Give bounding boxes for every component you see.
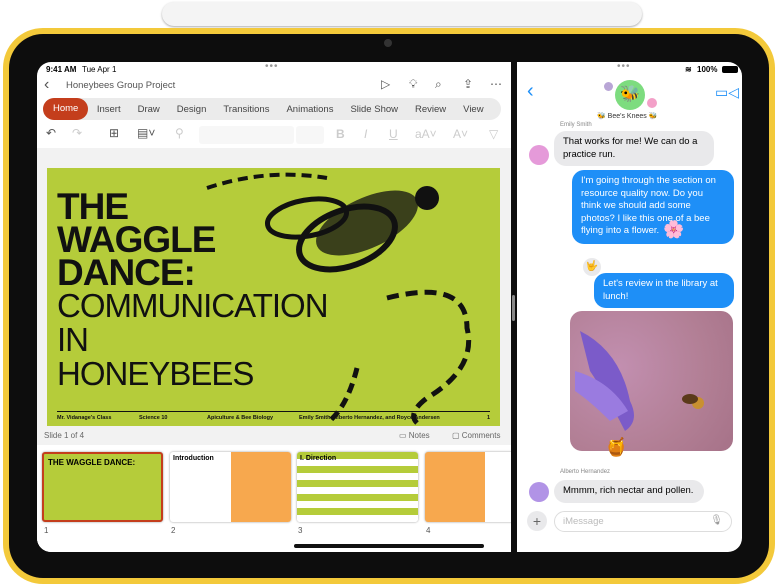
thumbnail-4[interactable] — [425, 452, 511, 522]
footer-topic: Apiculture & Bee Biology — [207, 415, 274, 421]
honey-pot-sticker: 🍯 — [605, 437, 628, 457]
ribbon-tabs: Home Insert Draw Design Transitions Anim… — [43, 98, 501, 120]
notes-button[interactable]: ▭ Notes — [399, 431, 430, 440]
subtitle-line: COMMUNICATION — [57, 287, 329, 324]
thumbnail-title: I. Direction — [300, 455, 337, 462]
thumbnail-title: THE WAGGLE DANCE: — [48, 458, 136, 467]
message-bubble[interactable]: Let's review in the library at lunch! — [594, 273, 734, 308]
slide-1[interactable]: THE WAGGLE DANCE: COMMUNICATION IN HONEY… — [47, 168, 500, 426]
thumbnail-1[interactable]: THE WAGGLE DANCE: — [42, 452, 163, 522]
tab-slide-show[interactable]: Slide Show — [342, 104, 407, 115]
italic-icon[interactable]: I — [364, 127, 367, 141]
tab-view[interactable]: View — [455, 104, 492, 115]
apple-pencil — [162, 2, 642, 26]
undo-icon[interactable]: ↶ — [46, 126, 56, 140]
new-slide-icon[interactable]: ⊞ — [109, 126, 119, 140]
member-avatar — [604, 82, 613, 91]
tab-design[interactable]: Design — [168, 104, 215, 115]
tapback-hand: 🤟 — [585, 261, 599, 272]
comments-label: Comments — [461, 431, 501, 440]
multitask-dots[interactable]: ••• — [265, 62, 279, 72]
tab-review[interactable]: Review — [407, 104, 455, 115]
message-input[interactable]: iMessage 🎙︎ — [554, 511, 732, 532]
slide-title: THE WAGGLE DANCE: COMMUNICATION IN HONEY… — [57, 188, 329, 392]
back-icon[interactable]: ‹ — [44, 76, 49, 94]
font-name-field[interactable] — [199, 126, 294, 144]
split-view-divider[interactable] — [512, 295, 515, 321]
play-icon[interactable]: ▷ — [381, 77, 390, 91]
thumbnail-3[interactable]: I. Direction — [297, 452, 418, 522]
subtitle-line: HONEYBEES — [57, 355, 254, 392]
tab-transitions[interactable]: Transitions — [215, 104, 278, 115]
font-size-field[interactable] — [296, 126, 324, 144]
member-avatar — [647, 98, 657, 108]
tapback-flower: 🌸 — [663, 220, 685, 239]
home-indicator — [294, 544, 484, 548]
share-icon[interactable]: ⇪ — [463, 77, 473, 91]
notes-label: Notes — [408, 431, 430, 440]
group-avatar[interactable]: 🐝 — [615, 80, 645, 110]
alberto-avatar — [529, 482, 549, 502]
status-time: 9:41 AM — [46, 65, 77, 74]
input-placeholder: iMessage — [563, 516, 604, 527]
font-size-change-icon[interactable]: aA˅ — [415, 127, 437, 141]
status-date: Tue Apr 1 — [82, 65, 117, 74]
more-icon[interactable]: ⋯ — [490, 77, 502, 91]
messages-app: ••• ≋ 100% ‹ 🐝 🐝 Bee's Knees 🐝 ▭◁ Emily … — [517, 62, 742, 552]
footer-authors: Emily Smith, Alberto Hernandez, and Royc… — [299, 415, 440, 421]
slide-counter: Slide 1 of 4 — [44, 431, 85, 440]
comment-icon: ▢ — [452, 431, 462, 440]
comments-button[interactable]: ▢ Comments — [452, 431, 500, 440]
add-attachment-button[interactable]: + — [527, 511, 547, 531]
font-color-icon[interactable]: A˅ — [453, 127, 468, 141]
photo-bee-flower[interactable] — [570, 311, 733, 451]
thumbnail-2[interactable]: Introduction — [170, 452, 291, 522]
redo-icon[interactable]: ↷ — [72, 126, 82, 140]
powerpoint-app: 9:41 AM Tue Apr 1 ••• ‹ Honeybees Group … — [37, 62, 511, 552]
notes-icon: ▭ — [399, 431, 409, 440]
wifi-icon: ≋ — [685, 65, 692, 74]
tapback-bubble: 🤟 — [583, 258, 601, 276]
highlight-icon[interactable]: ▽ — [489, 127, 498, 141]
lightbulb-icon[interactable]: 💡︎ — [409, 77, 417, 92]
multitask-dots[interactable]: ••• — [617, 62, 631, 72]
message-bubble[interactable]: That works for me! We can do a practice … — [554, 131, 714, 166]
thumbnail-number: 3 — [298, 526, 303, 535]
bold-icon[interactable]: B — [336, 127, 345, 141]
battery-level: 100% — [697, 65, 718, 74]
search-icon[interactable]: ⌕ — [435, 77, 442, 92]
back-icon[interactable]: ‹ — [527, 80, 534, 103]
underline-icon[interactable]: U — [389, 127, 398, 141]
thumbnail-number: 4 — [426, 526, 431, 535]
microphone-icon[interactable]: 🎙︎ — [710, 515, 723, 526]
group-name[interactable]: 🐝 Bee's Knees 🐝 — [597, 112, 657, 120]
message-bubble[interactable]: I'm going through the section on resourc… — [572, 170, 734, 244]
battery-icon — [722, 66, 738, 73]
format-painter-icon[interactable]: ⚲ — [175, 126, 184, 140]
message-bubble[interactable]: Mmmm, rich nectar and pollen. — [554, 480, 704, 503]
tab-draw[interactable]: Draw — [129, 104, 168, 115]
video-call-icon[interactable]: ▭◁ — [715, 84, 739, 101]
footer-page: 1 — [487, 415, 491, 421]
footer-rule — [57, 411, 490, 412]
tab-animations[interactable]: Animations — [278, 104, 342, 115]
tab-home[interactable]: Home — [43, 98, 89, 120]
document-title: Honeybees Group Project — [66, 80, 176, 91]
emily-avatar — [529, 145, 549, 165]
sender-name: Emily Smith — [560, 122, 592, 128]
thumbnail-number: 2 — [171, 526, 176, 535]
tab-insert[interactable]: Insert — [88, 104, 129, 115]
title-line: DANCE: — [57, 252, 196, 293]
layout-icon[interactable]: ▤˅ — [137, 126, 155, 140]
thumbnail-number: 1 — [44, 526, 49, 535]
subtitle-line: IN — [57, 321, 89, 358]
camera — [384, 39, 392, 47]
footer-class: Mr. Vidanage's Class — [57, 415, 112, 421]
footer-course: Science 10 — [139, 415, 168, 421]
flower-illustration — [575, 331, 704, 431]
sender-name: Alberto Hernandez — [560, 469, 611, 475]
